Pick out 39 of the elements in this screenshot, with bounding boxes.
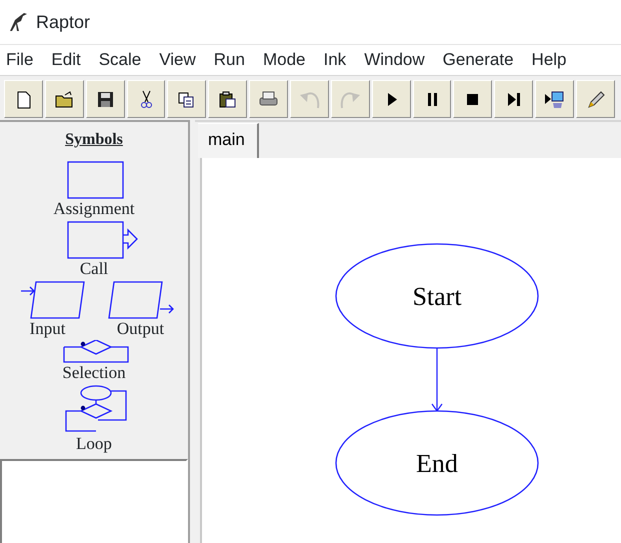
- toolbar-button[interactable]: [126, 80, 166, 118]
- toolbar-button[interactable]: [167, 80, 206, 118]
- toolbar-button[interactable]: [453, 80, 492, 118]
- menu-item[interactable]: View: [153, 47, 202, 73]
- node-label: End: [416, 449, 458, 478]
- menu-item[interactable]: Ink: [318, 47, 352, 73]
- symbol-label: Call: [80, 260, 108, 278]
- flow-arrow: [432, 348, 442, 412]
- toolbar-button[interactable]: [494, 80, 534, 118]
- panel-title: Symbols: [64, 130, 124, 150]
- folder-icon: [54, 88, 75, 110]
- menu-item[interactable]: File: [0, 47, 40, 73]
- node-label: Start: [412, 282, 462, 311]
- toolbar-button[interactable]: [412, 80, 452, 118]
- toolbar-button[interactable]: [576, 80, 615, 118]
- clipboard-icon: [217, 88, 238, 110]
- menu-item[interactable]: Window: [358, 47, 431, 73]
- menu-item[interactable]: Run: [208, 47, 251, 73]
- menu-item[interactable]: Generate: [436, 47, 520, 73]
- symbol-label: Assignment: [53, 200, 135, 218]
- symbol-label: Loop: [76, 435, 112, 454]
- toolbar-button[interactable]: [249, 80, 288, 118]
- symbol-label: Selection: [62, 364, 126, 382]
- monitor-icon: [544, 88, 566, 110]
- toolbar-button[interactable]: [535, 80, 574, 118]
- toolbar-button[interactable]: [372, 80, 411, 118]
- toolbar-button[interactable]: [44, 80, 84, 118]
- toolbar-button[interactable]: [86, 80, 125, 118]
- symbol-label: Output: [116, 320, 164, 338]
- menu-item[interactable]: Mode: [256, 47, 312, 73]
- symbol-label: Input: [30, 320, 66, 338]
- menu-item[interactable]: Help: [526, 47, 573, 73]
- toolbar-button[interactable]: [4, 80, 43, 118]
- menu-item[interactable]: Edit: [45, 47, 87, 73]
- window-title: Raptor: [36, 10, 90, 34]
- app-logo-icon: [8, 11, 28, 33]
- tab[interactable]: main: [198, 122, 259, 158]
- menu-item[interactable]: Scale: [92, 47, 148, 73]
- toolbar-button[interactable]: [208, 80, 248, 118]
